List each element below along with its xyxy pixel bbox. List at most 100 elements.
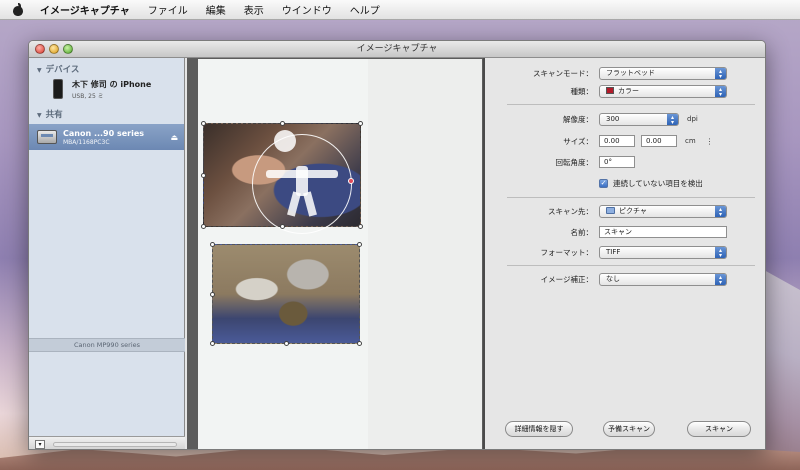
scanner-subtitle: MBA/1168PC3C xyxy=(63,138,110,146)
minimize-button[interactable] xyxy=(49,44,59,54)
type-label: 種類： xyxy=(570,86,594,96)
format-value: TIFF xyxy=(606,247,621,256)
settings-panel: スキャンモード： フラットベッド ▴ ▾ 種類： カラー ▴ ▾ 解像度： 300 … xyxy=(485,58,765,449)
rotation-knob[interactable] xyxy=(274,130,296,152)
hide-details-button[interactable]: 詳細情報を隠す xyxy=(505,421,573,437)
rotation-row: 回転角度： 0° xyxy=(485,155,765,169)
preview-frame xyxy=(187,58,483,449)
eject-icon[interactable]: ⏏ xyxy=(170,133,178,142)
scan-to-value: ピクチャ xyxy=(619,206,647,215)
button-bar: 詳細情報を隠す 予備スキャン スキャン xyxy=(485,421,765,437)
correction-label: イメージ補正： xyxy=(540,274,593,284)
sidebar-item-scanner[interactable]: Canon ...90 series MBA/1168PC3C ⏏ xyxy=(29,124,184,150)
scan-mode-label: スキャンモード： xyxy=(533,68,593,78)
popup-arrows-icon: ▴ ▾ xyxy=(667,113,678,125)
close-button[interactable] xyxy=(35,44,45,54)
crop-handle[interactable] xyxy=(201,224,206,229)
rotation-label: 回転角度： xyxy=(555,157,594,167)
detect-items-checkbox[interactable]: ✓ xyxy=(599,178,608,188)
crop-handle[interactable] xyxy=(210,292,215,297)
apple-icon[interactable] xyxy=(12,2,24,17)
window-title: イメージキャプチャ xyxy=(356,44,438,54)
size-height-field[interactable]: 0.00 xyxy=(641,135,677,147)
sidebar: ▼ デバイス 木下 修司 の iPhone USB, 25 ミ ▼ 共有 Canon… xyxy=(29,58,185,449)
crop-handle[interactable] xyxy=(358,224,363,229)
scan-button[interactable]: スキャン xyxy=(687,421,751,437)
popup-arrows-icon: ▴ ▾ xyxy=(715,273,726,285)
disclosure-triangle-icon[interactable]: ▼ xyxy=(37,112,42,119)
sidebar-scrollbar[interactable] xyxy=(53,442,177,447)
scan-mode-row: スキャンモード： フラットベッド ▴ ▾ xyxy=(485,66,765,80)
sidebar-status: Canon MP990 series xyxy=(29,338,185,352)
zoom-button[interactable] xyxy=(63,44,73,54)
sidebar-item-iphone[interactable]: 木下 修司 の iPhone USB, 25 ミ xyxy=(29,75,184,103)
scanned-photo-1[interactable] xyxy=(201,121,363,234)
popup-arrows-icon: ▴ ▾ xyxy=(715,205,726,217)
menu-edit[interactable]: 編集 xyxy=(206,2,226,17)
rotation-figure-icon xyxy=(266,158,338,218)
crop-handle[interactable] xyxy=(210,242,215,247)
resolution-row: 解像度： 300 ▴ ▾ dpi xyxy=(485,112,765,126)
separator xyxy=(507,197,755,198)
scanner-name: Canon ...90 series xyxy=(63,128,145,138)
scan-preview[interactable] xyxy=(198,59,482,449)
unit-stepper-icon[interactable]: ⋮ xyxy=(706,137,714,146)
name-row: 名前： スキャン xyxy=(485,225,765,239)
title-bar[interactable]: イメージキャプチャ xyxy=(29,41,765,58)
image-capture-window: イメージキャプチャ ▼ デバイス 木下 修司 の iPhone USB, 25 ミ… xyxy=(28,40,766,450)
menu-bar: イメージキャプチャ ファイル 編集 表示 ウインドウ ヘルプ xyxy=(0,0,800,20)
detect-row: ✓ 連続していない項目を検出 xyxy=(485,176,765,190)
popup-arrows-icon: ▴ ▾ xyxy=(715,85,726,97)
crop-handle[interactable] xyxy=(357,242,362,247)
crop-handle[interactable] xyxy=(210,341,215,346)
device-subtitle: USB, 25 ミ xyxy=(72,92,104,100)
detect-items-label: 連続していない項目を検出 xyxy=(613,178,703,188)
menu-app-name[interactable]: イメージキャプチャ xyxy=(40,2,130,17)
crop-handle[interactable] xyxy=(358,121,363,126)
disclosure-triangle-icon[interactable]: ▼ xyxy=(37,67,42,74)
scan-to-label: スキャン先： xyxy=(548,206,593,216)
folder-icon xyxy=(606,206,615,214)
menu-view[interactable]: 表示 xyxy=(244,2,264,17)
type-row: 種類： カラー ▴ ▾ xyxy=(485,84,765,98)
crop-handle[interactable] xyxy=(280,224,285,229)
separator xyxy=(507,104,755,105)
action-button[interactable]: ▾ xyxy=(35,440,45,449)
menu-window[interactable]: ウインドウ xyxy=(282,2,332,17)
crop-handle[interactable] xyxy=(284,341,289,346)
menu-file[interactable]: ファイル xyxy=(148,2,188,17)
size-label: サイズ： xyxy=(563,136,593,146)
scan-mode-popup[interactable]: フラットベッド ▴ ▾ xyxy=(599,66,727,80)
resolution-unit: dpi xyxy=(687,115,698,123)
sidebar-footer: ▾ xyxy=(29,436,185,449)
crop-handle[interactable] xyxy=(201,121,206,126)
shared-header-label: 共有 xyxy=(45,110,63,120)
scanner-icon xyxy=(37,130,57,144)
name-field[interactable]: スキャン xyxy=(599,226,727,238)
type-popup[interactable]: カラー ▴ ▾ xyxy=(599,84,727,98)
format-popup[interactable]: TIFF ▴ ▾ xyxy=(599,245,727,259)
menu-help[interactable]: ヘルプ xyxy=(350,2,380,17)
format-row: フォーマット： TIFF ▴ ▾ xyxy=(485,245,765,259)
type-value: カラー xyxy=(618,86,639,95)
devices-header[interactable]: ▼ デバイス xyxy=(29,58,184,75)
scan-to-popup[interactable]: ピクチャ ▴ ▾ xyxy=(599,204,727,218)
color-swatch-icon xyxy=(606,86,614,94)
rotation-field[interactable]: 0° xyxy=(599,156,635,168)
popup-arrows-icon: ▴ ▾ xyxy=(715,246,726,258)
overview-button[interactable]: 予備スキャン xyxy=(603,421,655,437)
correction-popup[interactable]: なし ▴ ▾ xyxy=(599,272,727,286)
crop-handle[interactable] xyxy=(280,121,285,126)
device-name: 木下 修司 の iPhone xyxy=(72,79,152,89)
preview-unscanned-area xyxy=(368,59,482,449)
crop-handle[interactable] xyxy=(357,341,362,346)
scan-to-row: スキャン先： ピクチャ ▴ ▾ xyxy=(485,204,765,218)
scanned-photo-2[interactable] xyxy=(210,242,362,346)
size-unit: cm xyxy=(685,137,696,145)
shared-header[interactable]: ▼ 共有 xyxy=(29,103,184,120)
resolution-label: 解像度： xyxy=(563,114,593,124)
size-width-field[interactable]: 0.00 xyxy=(599,135,635,147)
resolution-popup[interactable]: 300 ▴ ▾ xyxy=(599,112,679,126)
rotation-handle[interactable] xyxy=(348,178,354,184)
crop-handle[interactable] xyxy=(201,173,206,178)
